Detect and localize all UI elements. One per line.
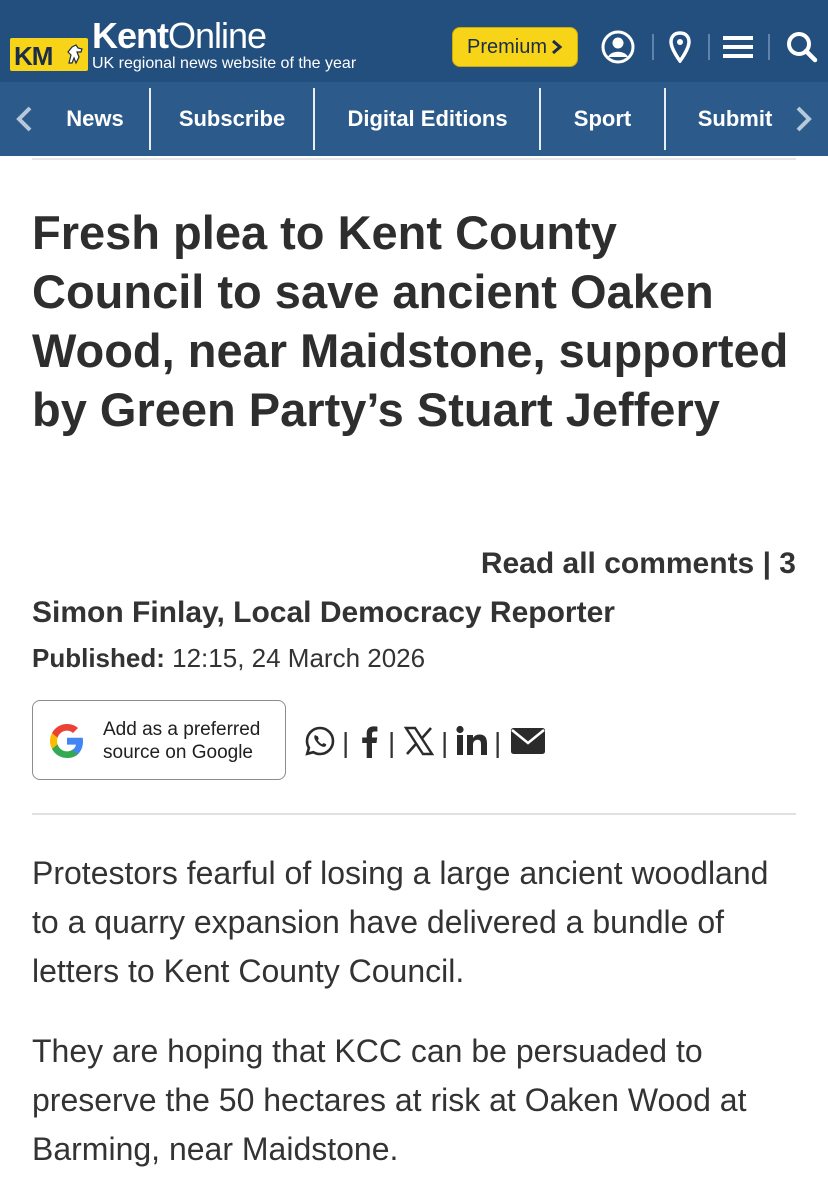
- share-divider: |: [441, 727, 449, 758]
- brand-light: Online: [168, 15, 267, 56]
- header-divider: [708, 34, 710, 60]
- published-value: 12:15, 24 March 2026: [172, 643, 426, 673]
- horse-icon: [67, 44, 83, 65]
- tagline: UK regional news website of the year: [92, 55, 357, 72]
- chevron-right-icon: [552, 39, 563, 55]
- chevron-left-icon[interactable]: [10, 104, 40, 134]
- premium-label: Premium: [466, 35, 547, 58]
- article-headline: Fresh plea to Kent County Council to sav…: [32, 206, 789, 436]
- nav-item-digital-editions[interactable]: Digital Editions: [315, 82, 540, 156]
- menu-icon[interactable]: [718, 27, 758, 67]
- chevron-right-icon[interactable]: [788, 104, 818, 134]
- nav-item-submit[interactable]: Submit: [672, 82, 798, 156]
- nav-item-news[interactable]: News: [40, 82, 150, 156]
- google-source-text: Add as a preferred source on Google: [103, 718, 260, 764]
- google-source-line2: source on Google: [103, 742, 253, 763]
- google-preferred-source-button[interactable]: Add as a preferred source on Google: [32, 700, 286, 780]
- brand-name[interactable]: KentOnline: [92, 15, 267, 56]
- article-paragraph: They are hoping that KCC can be persuade…: [32, 1033, 747, 1167]
- published-label: Published:: [32, 643, 165, 673]
- header-divider: [768, 34, 770, 60]
- published-date: Published: 12:15, 24 March 2026: [32, 643, 425, 674]
- article-paragraph: Protestors fearful of losing a large anc…: [32, 855, 769, 989]
- whatsapp-icon[interactable]: [302, 722, 338, 760]
- brand-bold: Kent: [92, 15, 169, 56]
- share-divider: |: [388, 727, 396, 758]
- header-divider: [652, 34, 654, 60]
- author-byline[interactable]: Simon Finlay, Local Democracy Reporter: [32, 596, 615, 630]
- top-divider: [32, 158, 796, 160]
- section-nav: News Subscribe Digital Editions Sport Su…: [0, 82, 828, 156]
- km-logo-text: KM: [14, 41, 53, 71]
- google-source-line1: Add as a preferred: [103, 719, 261, 740]
- facebook-icon[interactable]: [356, 722, 382, 760]
- google-g-icon: [50, 724, 83, 758]
- email-icon[interactable]: [508, 722, 548, 760]
- search-icon[interactable]: [782, 27, 822, 67]
- km-logo[interactable]: KM: [10, 38, 88, 71]
- nav-divider: [664, 88, 666, 150]
- premium-button[interactable]: Premium: [452, 27, 578, 67]
- share-divider: |: [494, 727, 502, 758]
- content-divider: [32, 813, 796, 815]
- x-icon[interactable]: [402, 722, 436, 760]
- nav-item-subscribe[interactable]: Subscribe: [151, 82, 313, 156]
- account-icon[interactable]: [598, 27, 638, 67]
- linkedin-icon[interactable]: [454, 722, 490, 760]
- nav-item-sport[interactable]: Sport: [541, 82, 664, 156]
- share-divider: |: [342, 727, 350, 758]
- read-comments-link[interactable]: Read all comments | 3: [481, 547, 796, 581]
- location-pin-icon[interactable]: [660, 27, 700, 67]
- site-header: KM KentOnline UK regional news website o…: [0, 0, 828, 82]
